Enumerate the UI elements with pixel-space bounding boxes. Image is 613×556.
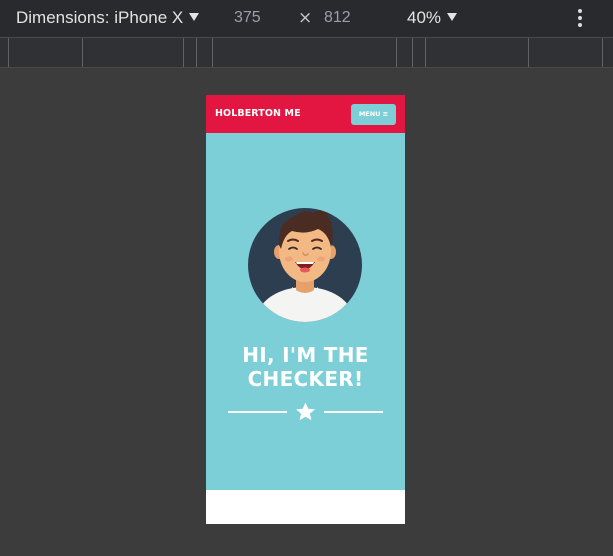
device-toolbar: Dimensions: iPhone X 375 × 812 40%: [0, 0, 613, 37]
media-query-divider: [396, 38, 397, 67]
media-query-divider: [212, 38, 213, 67]
media-query-divider: [183, 38, 184, 67]
avatar: [248, 208, 362, 322]
viewport-height-input[interactable]: 812: [324, 9, 351, 27]
device-viewport[interactable]: HOLBERTON ME MENU ≡ HI, I'M THE CHECKER!: [206, 95, 405, 524]
viewport-width-input[interactable]: 375: [234, 9, 261, 27]
zoom-label: 40%: [407, 8, 442, 27]
star-divider: [228, 402, 383, 421]
hero-title-line: CHECKER!: [247, 367, 364, 391]
menu-button[interactable]: MENU ≡: [351, 104, 396, 125]
hero-title-line: HI, I'M THE: [242, 343, 369, 367]
times-icon: ×: [298, 8, 313, 28]
page-footer: [206, 490, 405, 524]
media-query-divider: [196, 38, 197, 67]
media-query-divider: [8, 38, 9, 67]
site-header: HOLBERTON ME MENU ≡: [206, 95, 405, 133]
media-query-divider: [425, 38, 426, 67]
zoom-selector[interactable]: 40%: [407, 8, 458, 28]
media-query-divider: [412, 38, 413, 67]
media-query-divider: [602, 38, 603, 67]
brand-logo-text[interactable]: HOLBERTON ME: [215, 108, 301, 119]
hero-title: HI, I'M THE CHECKER!: [206, 343, 405, 391]
device-label: Dimensions: iPhone X: [16, 8, 184, 27]
media-query-divider: [82, 38, 83, 67]
device-selector[interactable]: Dimensions: iPhone X: [16, 8, 200, 28]
hero-section: HI, I'M THE CHECKER!: [206, 133, 405, 490]
media-query-bar[interactable]: [0, 37, 613, 68]
caret-down-icon: [189, 13, 200, 21]
media-query-divider: [528, 38, 529, 67]
caret-down-icon: [447, 13, 458, 21]
vertical-ellipsis-icon[interactable]: [574, 9, 586, 29]
star-icon: [296, 402, 315, 421]
